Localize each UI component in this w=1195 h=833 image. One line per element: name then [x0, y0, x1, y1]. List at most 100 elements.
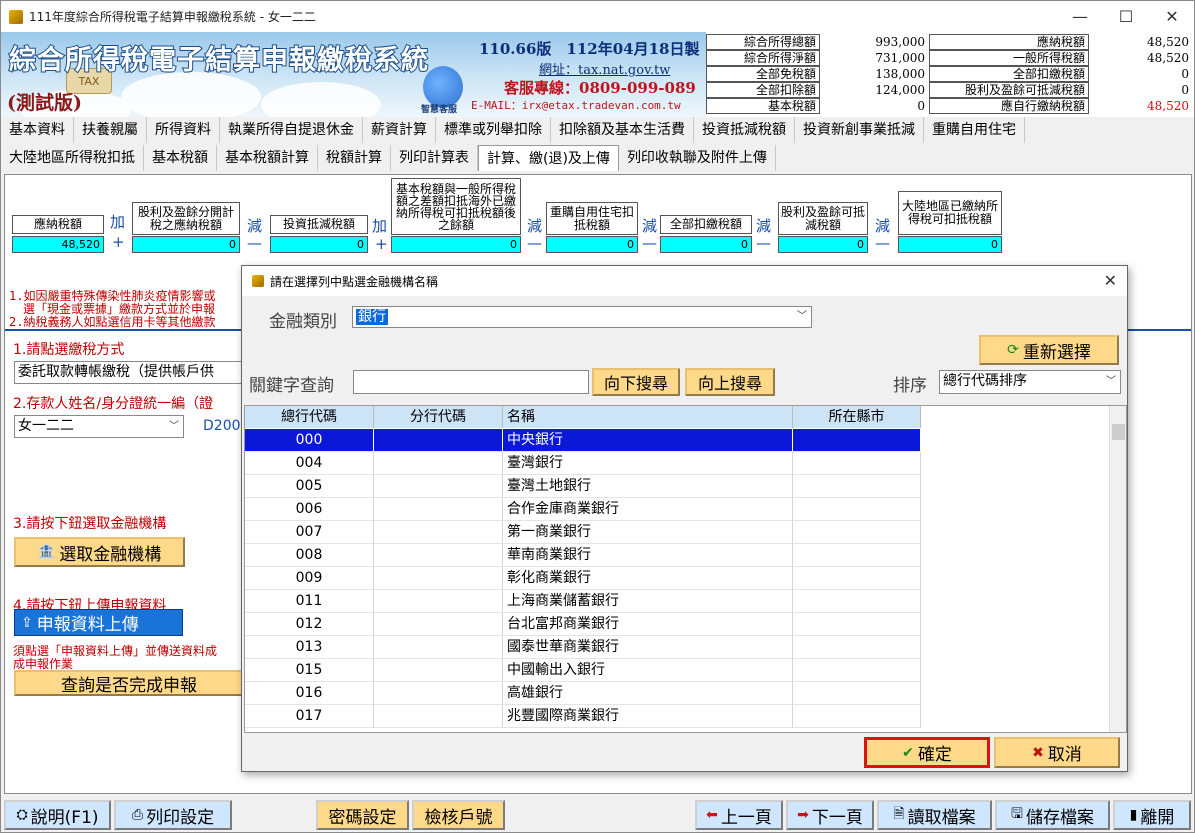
upload-label: 申報資料上傳 — [36, 615, 139, 635]
keyword-label: 關鍵字查詢 — [249, 376, 334, 396]
exit-button[interactable]: ▮ 離開 — [1113, 800, 1191, 830]
scrollbar-thumb[interactable] — [1112, 424, 1125, 440]
keyword-input[interactable] — [353, 370, 589, 394]
tab-basic-tax-calc[interactable]: 基本稅額計算 — [217, 145, 318, 171]
cell: 中央銀行 — [503, 429, 793, 452]
system-title: 綜合所得稅電子結算申報繳稅系統 — [8, 44, 429, 77]
smart-service-label[interactable]: 智慧客服 — [421, 102, 457, 115]
pay-method-select[interactable]: 委託取款轉帳繳稅（提供帳戶供 — [14, 361, 254, 384]
cell — [793, 521, 921, 544]
chevron-down-icon: ﹀ — [1106, 376, 1116, 387]
bank-table: 總行代碼 分行代碼 名稱 所在縣市 000 中央銀行 004 臺灣銀行 005 臺灣土… — [244, 405, 1127, 733]
maximize-button[interactable]: ☐ — [1103, 1, 1149, 32]
cell: 臺灣銀行 — [503, 452, 793, 475]
column-header[interactable]: 名稱 — [503, 406, 793, 428]
column-header[interactable]: 分行代碼 — [374, 406, 503, 428]
calc-value: 48,520 — [12, 236, 104, 253]
tab-print-calc[interactable]: 列印計算表 — [391, 145, 478, 171]
search-up-button[interactable]: 向上搜尋 — [685, 368, 775, 396]
chevron-down-icon: ﹀ — [797, 311, 807, 322]
upload-icon: ⇪ — [21, 614, 33, 631]
tab-basic-tax[interactable]: 基本稅額 — [144, 145, 217, 171]
tab-home-repurchase[interactable]: 重購自用住宅 — [924, 117, 1025, 143]
search-down-button[interactable]: 向下搜尋 — [592, 368, 680, 396]
ok-button[interactable]: ✔ 確定 — [864, 737, 990, 768]
cell: 012 — [245, 613, 374, 636]
password-settings-button[interactable]: 密碼設定 — [316, 800, 409, 830]
table-row[interactable]: 016 高雄銀行 — [245, 682, 921, 705]
calc-value: 0 — [778, 236, 868, 253]
table-row[interactable]: 012 台北富邦商業銀行 — [245, 613, 921, 636]
tab-tax-calc[interactable]: 稅額計算 — [318, 145, 391, 171]
tab-print-receipt[interactable]: 列印收執聯及附件上傳 — [619, 145, 776, 171]
tab-practice-pension[interactable]: 執業所得自提退休金 — [220, 117, 363, 143]
summary-label: 應自行繳納稅額 — [929, 98, 1089, 114]
table-row[interactable]: 004 臺灣銀行 — [245, 452, 921, 475]
payer-name-select[interactable]: 女一二二 ﹀ — [14, 415, 184, 438]
print-settings-button[interactable]: ⎙ 列印設定 — [114, 800, 232, 830]
table-row[interactable]: 007 第一商業銀行 — [245, 521, 921, 544]
bottom-toolbar: ⛭ 說明(F1) ⎙ 列印設定 密碼設定 檢核戶號 ⬅ 上一頁 ➡ 下一頁 🗎 讀取檔案 … — [1, 797, 1194, 832]
upload-button[interactable]: ⇪ 申報資料上傳 — [14, 609, 183, 636]
table-scrollbar[interactable] — [1109, 406, 1126, 732]
cell: 017 — [245, 705, 374, 728]
cell — [374, 590, 503, 613]
cancel-button[interactable]: ✖ 取消 — [994, 737, 1120, 768]
tab-startup-credit[interactable]: 投資新創事業抵減 — [795, 117, 924, 143]
save-file-button[interactable]: 🖫 儲存檔案 — [995, 800, 1110, 830]
table-row[interactable]: 005 臺灣土地銀行 — [245, 475, 921, 498]
close-button[interactable]: ✕ — [1149, 1, 1194, 32]
tab-basic-data[interactable]: 基本資料 — [1, 117, 74, 143]
cell: 高雄銀行 — [503, 682, 793, 705]
column-header[interactable]: 所在縣市 — [793, 406, 921, 428]
table-row[interactable]: 006 合作金庫商業銀行 — [245, 498, 921, 521]
tab-dependents[interactable]: 扶養親屬 — [74, 117, 147, 143]
tab-mainland-tax[interactable]: 大陸地區所得稅扣抵 — [1, 145, 144, 171]
load-file-button[interactable]: 🗎 讀取檔案 — [877, 800, 992, 830]
cell — [793, 636, 921, 659]
verify-account-button[interactable]: 檢核戶號 — [412, 800, 505, 830]
cell: 合作金庫商業銀行 — [503, 498, 793, 521]
table-row[interactable]: 008 華南商業銀行 — [245, 544, 921, 567]
summary-left: 綜合所得總額 993,000 綜合所得淨額 731,000 全部免稅額 138,000… — [706, 34, 928, 114]
op-plus: + — [375, 235, 388, 253]
op-add: 加 — [372, 217, 388, 235]
category-select[interactable]: 銀行 ﹀ — [352, 306, 812, 328]
summary-value: 0 — [820, 98, 928, 114]
summary-label: 股利及盈餘可抵減稅額 — [929, 82, 1089, 98]
next-page-button[interactable]: ➡ 下一頁 — [786, 800, 874, 830]
minimize-button[interactable]: — — [1057, 1, 1103, 32]
column-header[interactable]: 總行代碼 — [245, 406, 374, 428]
save-file-label: 儲存檔案 — [1025, 807, 1094, 828]
tab-income-data[interactable]: 所得資料 — [147, 117, 220, 143]
calc-label: 應納稅額 — [12, 215, 104, 234]
table-row[interactable]: 017 兆豐國際商業銀行 — [245, 705, 921, 728]
cell — [793, 452, 921, 475]
table-row[interactable]: 011 上海商業儲蓄銀行 — [245, 590, 921, 613]
select-bank-button[interactable]: 🏦 選取金融機構 — [14, 537, 185, 567]
tab-deductions[interactable]: 標準或列舉扣除 — [436, 117, 551, 143]
category-value: 銀行 — [356, 309, 388, 325]
cell: 005 — [245, 475, 374, 498]
table-row[interactable]: 013 國泰世華商業銀行 — [245, 636, 921, 659]
reselect-label: 重新選擇 — [1022, 342, 1091, 363]
website-link[interactable]: 網址：tax.nat.gov.tw — [539, 59, 670, 78]
sort-select[interactable]: 總行代碼排序 ﹀ — [939, 370, 1121, 394]
query-status-button[interactable]: 查詢是否完成申報 — [14, 670, 244, 696]
dialog-app-icon — [252, 275, 264, 287]
dialog-title: 請在選擇列中點選金融機構名稱 — [270, 274, 439, 289]
tab-salary-calc[interactable]: 薪資計算 — [363, 117, 436, 143]
reselect-button[interactable]: ⟳ 重新選擇 — [979, 335, 1119, 365]
tab-investment-credit[interactable]: 投資抵減稅額 — [694, 117, 795, 143]
cell: 000 — [245, 429, 374, 452]
prev-page-button[interactable]: ⬅ 上一頁 — [695, 800, 783, 830]
tab-deduction-living[interactable]: 扣除額及基本生活費 — [551, 117, 694, 143]
help-button[interactable]: ⛭ 說明(F1) — [4, 800, 111, 830]
op-add: 加 — [110, 213, 126, 231]
dialog-close-icon[interactable]: ✕ — [1104, 271, 1117, 290]
table-row[interactable]: 000 中央銀行 — [245, 429, 921, 452]
table-row[interactable]: 009 彰化商業銀行 — [245, 567, 921, 590]
tab-pay-upload[interactable]: 計算、繳(退)及上傳 — [478, 145, 619, 171]
table-row[interactable]: 015 中國輸出入銀行 — [245, 659, 921, 682]
cell: 006 — [245, 498, 374, 521]
